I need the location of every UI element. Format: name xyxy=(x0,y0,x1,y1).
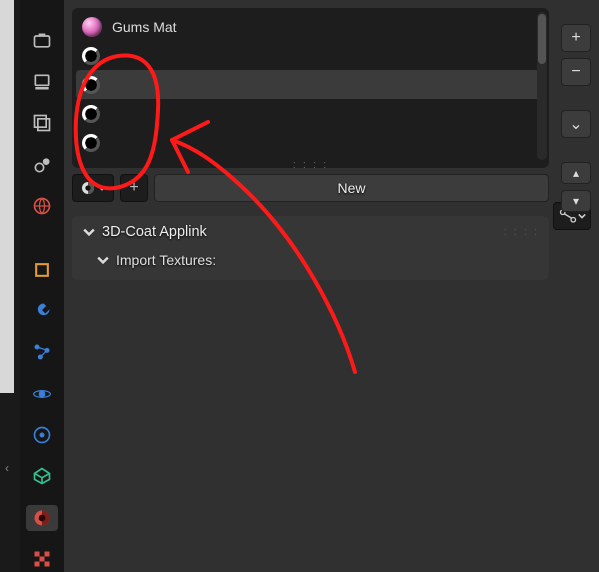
chevron-down-icon: ⌄ xyxy=(569,114,582,134)
tab-material[interactable] xyxy=(26,505,58,530)
tab-render[interactable] xyxy=(26,28,58,53)
material-new-button[interactable]: New xyxy=(154,174,549,202)
chevron-down-icon xyxy=(98,184,106,192)
plus-icon: + xyxy=(129,179,138,197)
material-slot[interactable]: Gums Mat xyxy=(76,12,545,41)
tab-world[interactable] xyxy=(26,194,58,219)
slot-move-down-button[interactable]: ▾ xyxy=(561,190,591,212)
applink-panel: 3D-Coat Applink : : : : Import Textures: xyxy=(72,216,549,280)
subpanel-title: Import Textures: xyxy=(116,252,216,268)
chevron-down-icon xyxy=(578,212,586,220)
viewport-edge-dark xyxy=(0,393,14,572)
panel-drag-grip[interactable]: : : : : xyxy=(504,226,539,238)
tab-data[interactable] xyxy=(26,464,58,489)
list-scrollbar-thumb[interactable] xyxy=(538,14,546,64)
plus-icon: + xyxy=(571,29,580,47)
tab-viewlayer[interactable] xyxy=(26,111,58,136)
slot-ops-column: + − ⌄ ▴ ▾ xyxy=(561,24,591,212)
material-empty-icon xyxy=(82,105,100,123)
list-resize-grip[interactable]: : : : : xyxy=(76,157,545,171)
material-browse-button[interactable] xyxy=(72,174,114,202)
applink-subpanel-header[interactable]: Import Textures: xyxy=(72,248,549,280)
slot-specials-menu[interactable]: ⌄ xyxy=(561,110,591,138)
tab-particles[interactable] xyxy=(26,340,58,365)
material-empty-icon xyxy=(82,47,100,65)
material-preview-sphere-icon xyxy=(82,17,102,37)
applink-panel-header[interactable]: 3D-Coat Applink : : : : xyxy=(72,216,549,248)
properties-tabstrip xyxy=(20,0,64,572)
material-add-button[interactable]: + xyxy=(120,174,148,202)
list-scrollbar[interactable] xyxy=(537,12,547,160)
chevron-down-icon xyxy=(96,253,110,267)
tab-scene[interactable] xyxy=(26,152,58,177)
material-slot[interactable] xyxy=(76,99,545,128)
material-slot-list[interactable]: Gums Mat : : : : xyxy=(72,8,549,168)
tab-physics[interactable] xyxy=(26,381,58,406)
new-button-label: New xyxy=(337,180,365,196)
triangle-up-icon: ▴ xyxy=(573,166,579,180)
chevron-down-icon xyxy=(82,225,96,239)
material-slot[interactable] xyxy=(76,128,545,157)
region-expand-handle[interactable]: ‹ xyxy=(2,460,12,476)
minus-icon: − xyxy=(571,63,580,81)
panel-title: 3D-Coat Applink xyxy=(102,224,207,240)
tab-constraints[interactable] xyxy=(26,422,58,447)
triangle-down-icon: ▾ xyxy=(573,194,579,208)
slot-move-up-button[interactable]: ▴ xyxy=(561,162,591,184)
tab-object[interactable] xyxy=(26,257,58,282)
slot-remove-button[interactable]: − xyxy=(561,58,591,86)
material-slot[interactable] xyxy=(76,70,545,99)
tab-texture[interactable] xyxy=(26,547,58,572)
material-slot-label: Gums Mat xyxy=(112,19,177,35)
material-properties-panel: Gums Mat : : : : + New xyxy=(64,0,599,572)
material-empty-icon xyxy=(82,76,100,94)
tab-modifiers[interactable] xyxy=(26,298,58,323)
viewport-edge xyxy=(0,0,14,393)
tab-output[interactable] xyxy=(26,69,58,94)
slot-add-button[interactable]: + xyxy=(561,24,591,52)
material-empty-icon xyxy=(82,134,100,152)
material-slot[interactable] xyxy=(76,41,545,70)
